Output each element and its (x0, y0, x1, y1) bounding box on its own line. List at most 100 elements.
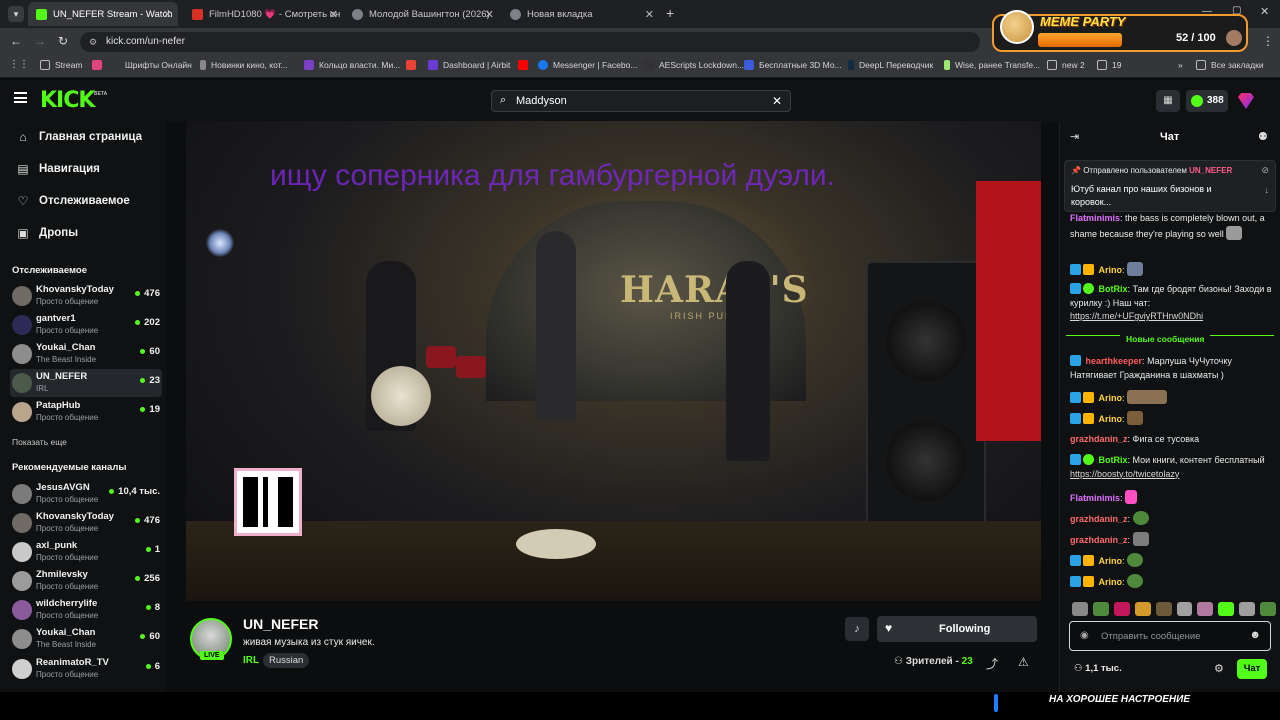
chat-title: Чат (1160, 131, 1180, 143)
bookmark-3d-models[interactable]: Бесплатные 3D Мо... (744, 60, 842, 70)
followed-channel-un-nefer[interactable]: UN_NEFER IRL 23 (10, 369, 162, 397)
menu-hamburger-icon[interactable] (14, 92, 27, 103)
expand-pinned-icon[interactable]: ↓ (1265, 185, 1270, 195)
bookmark-youtube[interactable] (518, 60, 533, 70)
bookmark-deepl[interactable]: DeepL Переводчик (848, 60, 933, 70)
bookmark-airbit[interactable]: Dashboard | Airbit (428, 60, 510, 70)
bookmark-new-movies[interactable]: Новинки кино, кот... (200, 60, 288, 70)
close-window-icon[interactable]: ✕ (1260, 5, 1269, 18)
search-input[interactable]: ⌕ Maddyson ✕ (491, 90, 791, 112)
notifications-button[interactable]: ♪ (845, 617, 869, 641)
tom-drum (456, 356, 486, 378)
reload-icon[interactable]: ↻ (58, 34, 68, 48)
bookmark-messenger[interactable]: Messenger | Facebo... (538, 60, 637, 70)
nav-browse[interactable]: ▤ Навигация (16, 162, 100, 176)
channel-category: Просто общение (36, 524, 99, 533)
sidebar: ⌂ Главная страница ▤ Навигация ♡ Отслеживае… (0, 122, 166, 692)
doge-avatar-icon (1000, 10, 1034, 44)
following-button[interactable]: ♥ Following (877, 616, 1037, 642)
bookmark-gmail[interactable] (406, 60, 421, 70)
language-tag[interactable]: Russian (263, 653, 310, 668)
nav-home[interactable]: ⌂ Главная страница (16, 130, 142, 144)
recommended-channel-zhmilevsky[interactable]: Zhmilevsky Просто общение 256 (10, 567, 162, 595)
browser-tab-filmhd[interactable]: FilmHD1080 💗 - Смотреть он ✕ (184, 2, 344, 26)
avatar (12, 315, 32, 335)
forward-icon[interactable]: → (34, 34, 46, 48)
share-icon[interactable]: ⤴ (986, 655, 998, 672)
followed-channel-pataphub[interactable]: PatapHub Просто общение 19 (10, 398, 162, 426)
nav-following[interactable]: ♡ Отслеживаемое (16, 194, 130, 208)
chat-settings-icon[interactable]: ⚙ (1214, 662, 1224, 675)
browse-icon: ▤ (17, 162, 29, 176)
browser-tab-washington[interactable]: Молодой Вашингтон (2026) ✕ (344, 2, 500, 26)
channel-points[interactable]: ⚇ 1,1 тыс. (1074, 663, 1122, 674)
tab-title: Молодой Вашингтон (2026) (369, 8, 490, 20)
streamer-name[interactable]: UN_NEFER (243, 616, 318, 632)
bookmark-wise[interactable]: Wise, ранее Transfe... (944, 60, 1040, 70)
channel-category: The Beast Inside (36, 640, 97, 649)
emote-icon (1092, 602, 1109, 616)
recommended-channel-wildcherrylife[interactable]: wildcherrylife Просто общение 8 (10, 596, 162, 624)
recommended-channel-axl-punk[interactable]: axl_punk Просто общение 1 (10, 538, 162, 566)
bookmark-new2[interactable]: new 2 (1047, 60, 1085, 70)
bottom-caption: НА ХОРОШЕЕ НАСТРОЕНИЕ (1049, 694, 1190, 705)
emote-icon (1127, 411, 1144, 425)
url-field[interactable]: ⚙ kick.com/un-nefer (80, 32, 980, 52)
recommended-channel-youkai-chan[interactable]: Youkai_Chan The Beast Inside 60 (10, 625, 162, 653)
studio-button[interactable]: ▦ (1156, 90, 1180, 112)
followed-channel-gantver1[interactable]: gantver1 Просто общение 202 (10, 311, 162, 339)
browser-menu-icon[interactable]: ⋮ (1262, 34, 1274, 48)
bookmark-fonts[interactable]: Шрифты Онлайн (92, 60, 192, 70)
kicks-balance[interactable]: 388 (1186, 90, 1228, 112)
meme-party-widget[interactable]: MEME PARTY 52 / 100 (992, 10, 1248, 52)
bookmark-aescripts[interactable]: AEScripts Lockdown... (644, 60, 744, 70)
channel-name: JesusAVGN (36, 482, 90, 493)
nav-drops[interactable]: ▣ Дропы (16, 226, 78, 240)
unpin-icon[interactable]: ⊘ (1261, 165, 1269, 176)
sub-badge-icon (1070, 264, 1081, 275)
stream-title: живая музыка из стук яичек. (243, 637, 375, 648)
close-tab-icon[interactable]: ✕ (329, 8, 338, 21)
chat-send-button[interactable]: Чат (1237, 659, 1267, 679)
bookmark-19[interactable]: 19 (1097, 60, 1121, 70)
red-banner (976, 181, 1041, 441)
crown-badge-icon (1083, 392, 1094, 403)
followed-channel-youkai-chan[interactable]: Youkai_Chan The Beast Inside 60 (10, 340, 162, 368)
back-icon[interactable]: ← (10, 34, 22, 48)
clear-search-icon[interactable]: ✕ (772, 94, 782, 108)
kick-logo[interactable]: KICK (40, 88, 95, 113)
collapse-chat-icon[interactable]: ⇥ (1070, 130, 1079, 143)
caption-marker (994, 694, 998, 712)
emoji-icon[interactable]: ☻ (1249, 629, 1261, 641)
apps-grid-icon[interactable]: ⋮⋮ (9, 59, 29, 70)
bookmark-stream[interactable]: Stream (40, 60, 82, 70)
bookmarks-overflow-icon[interactable]: » (1178, 60, 1183, 70)
emote-quick-bar[interactable] (1072, 602, 1277, 616)
recommended-channel-jesusavgn[interactable]: JesusAVGN Просто общение 10,4 тыс. (10, 480, 162, 508)
all-bookmarks[interactable]: Все закладки (1196, 60, 1264, 70)
chat-input[interactable]: ◉ Отправить сообщение ☻ (1069, 621, 1271, 651)
chat-identity-icon[interactable]: ◉ (1080, 630, 1089, 641)
close-tab-icon[interactable]: ✕ (163, 8, 172, 21)
user-avatar[interactable] (1238, 93, 1254, 109)
category-link[interactable]: IRL (243, 655, 259, 666)
chat-message: BotRix: Там где бродят бизоны! Заходи в … (1070, 283, 1272, 321)
report-icon[interactable]: ⚠ (1018, 655, 1029, 669)
new-tab-icon[interactable]: + (666, 5, 674, 21)
close-tab-icon[interactable]: ✕ (645, 8, 654, 21)
show-more-link[interactable]: Показать еще (12, 437, 67, 447)
viewer-count: 1 (146, 544, 160, 555)
site-info-icon[interactable]: ⚙ (89, 32, 97, 52)
browser-tab-new[interactable]: Новая вкладка ✕ (502, 2, 660, 26)
bookmark-rings[interactable]: Кольцо власти. Ми... (304, 60, 400, 70)
recommended-channel-reanimator-tv[interactable]: ReanimatoR_TV Просто общение 6 (10, 655, 162, 683)
pinned-message[interactable]: 📌 Отправлено пользователем UN_NEFER Ютуб… (1064, 160, 1276, 212)
tab-search-icon[interactable]: ▾ (8, 6, 24, 22)
video-player[interactable]: HARAT'S IRISH PUB ищу соперника для гамб… (186, 121, 1041, 601)
recommended-channel-khovanskytoday[interactable]: KhovanskyToday Просто общение 476 (10, 509, 162, 537)
emote-icon (1176, 602, 1193, 616)
chat-users-icon[interactable]: ⚉ (1258, 130, 1268, 143)
browser-tab-kick[interactable]: UN_NEFER Stream - Watch ✕ (28, 2, 178, 26)
close-tab-icon[interactable]: ✕ (485, 8, 494, 21)
followed-channel-khovanskytoday[interactable]: KhovanskyToday Просто общение 476 (10, 282, 162, 310)
